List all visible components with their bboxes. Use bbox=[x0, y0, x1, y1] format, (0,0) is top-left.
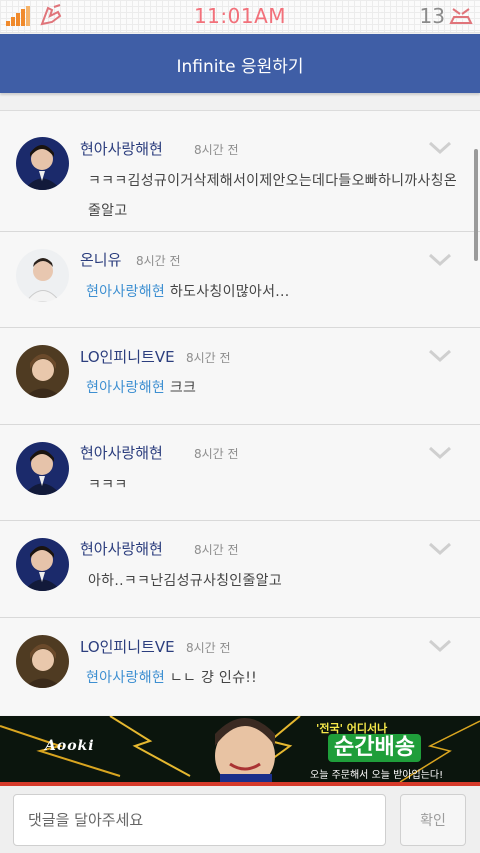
comment-body: ㅋㅋㅋ김성규이거삭제해서이제안오는데다들오빠하니까사칭온줄알고 bbox=[88, 173, 458, 219]
avatar[interactable] bbox=[16, 345, 69, 398]
comment-author[interactable]: 온니유 bbox=[80, 249, 121, 270]
chevron-down-icon[interactable] bbox=[428, 349, 452, 363]
comment-time: 8시간 전 bbox=[186, 641, 231, 655]
comment-text: ㅋㅋㅋ bbox=[88, 470, 458, 500]
chevron-down-icon[interactable] bbox=[428, 639, 452, 653]
comment-row[interactable]: 현아사랑해현 8시간 전 아하..ㅋㅋ난김성규사칭인줄알고 bbox=[0, 522, 480, 618]
avatar[interactable] bbox=[16, 442, 69, 495]
avatar[interactable] bbox=[16, 635, 69, 688]
comment-text: 아하..ㅋㅋ난김성규사칭인줄알고 bbox=[88, 566, 458, 596]
comment-row[interactable]: 현아사랑해현 8시간 전 ㅋㅋㅋ김성규이거삭제해서이제안오는데다들오빠하니까사칭… bbox=[0, 121, 480, 232]
status-bar: 11:01AM 13 bbox=[0, 0, 480, 33]
comment-mention[interactable]: 현아사랑해현 bbox=[86, 670, 165, 686]
comment-text: 현아사랑해현 하도사칭이많아서... bbox=[86, 277, 458, 307]
ad-banner[interactable]: Aooki '전국' 어디서나 순간배송 오늘 주문해서 오늘 받아입는다! bbox=[0, 716, 480, 782]
confirm-button[interactable]: 확인 bbox=[400, 794, 466, 846]
ad-brand: Aooki bbox=[45, 738, 95, 754]
ad-model-image bbox=[215, 718, 275, 782]
comment-time: 8시간 전 bbox=[136, 254, 181, 268]
comment-author[interactable]: LO인피니트VE bbox=[80, 346, 175, 367]
chevron-down-icon[interactable] bbox=[428, 253, 452, 267]
comment-author[interactable]: 현아사랑해현 bbox=[80, 442, 163, 463]
comment-text: ㅋㅋㅋ김성규이거삭제해서이제안오는데다들오빠하니까사칭온줄알고 bbox=[88, 166, 458, 226]
comment-text: 현아사랑해현 ㄴㄴ 걍 인슈!! bbox=[86, 663, 458, 693]
ad-line-3: 오늘 주문해서 오늘 받아입는다! bbox=[310, 770, 444, 781]
comment-time: 8시간 전 bbox=[186, 351, 231, 365]
battery-icon bbox=[449, 8, 473, 24]
avatar[interactable] bbox=[16, 538, 69, 591]
avatar[interactable] bbox=[16, 249, 69, 302]
comment-body: 하도사칭이많아서... bbox=[165, 284, 290, 300]
comment-author[interactable]: 현아사랑해현 bbox=[80, 138, 163, 159]
comment-input[interactable] bbox=[13, 794, 386, 846]
comment-mention[interactable]: 현아사랑해현 bbox=[86, 284, 165, 300]
ad-line-2: 순간배송 bbox=[328, 734, 421, 762]
avatar[interactable] bbox=[16, 137, 69, 190]
comment-row[interactable]: LO인피니트VE 8시간 전 현아사랑해현 크크 bbox=[0, 329, 480, 425]
comment-mention[interactable]: 현아사랑해현 bbox=[86, 380, 165, 396]
chevron-down-icon[interactable] bbox=[428, 542, 452, 556]
comment-row[interactable]: 온니유 8시간 전 현아사랑해현 하도사칭이많아서... bbox=[0, 233, 480, 328]
comment-body: 아하..ㅋㅋ난김성규사칭인줄알고 bbox=[88, 573, 283, 589]
comment-body: ㅋㅋㅋ bbox=[88, 477, 128, 493]
comment-input-bar: 확인 bbox=[0, 786, 480, 853]
comment-author[interactable]: 현아사랑해현 bbox=[80, 538, 163, 559]
comment-text: 현아사랑해현 크크 bbox=[86, 373, 458, 403]
comment-row[interactable]: LO인피니트VE 8시간 전 현아사랑해현 ㄴㄴ 걍 인슈!! bbox=[0, 619, 480, 715]
comment-body: ㄴㄴ 걍 인슈!! bbox=[165, 670, 258, 686]
comment-time: 8시간 전 bbox=[194, 543, 239, 557]
page-title: Infinite 응원하기 bbox=[176, 57, 304, 77]
chevron-down-icon[interactable] bbox=[428, 141, 452, 155]
status-clock: 11:01AM bbox=[193, 4, 287, 28]
comment-row[interactable]: 현아사랑해현 8시간 전 ㅋㅋㅋ bbox=[0, 426, 480, 521]
chevron-down-icon[interactable] bbox=[428, 446, 452, 460]
comment-time: 8시간 전 bbox=[194, 143, 239, 157]
scrollbar[interactable] bbox=[474, 149, 478, 261]
comment-author[interactable]: LO인피니트VE bbox=[80, 636, 175, 657]
comment-time: 8시간 전 bbox=[194, 447, 239, 461]
comment-body: 크크 bbox=[165, 380, 197, 396]
app-header: Infinite 응원하기 bbox=[0, 34, 480, 93]
comment-list[interactable]: 현아사랑해현 8시간 전 ㅋㅋㅋ김성규이거삭제해서이제안오는데다들오빠하니까사칭… bbox=[0, 110, 480, 715]
battery-level: 13 bbox=[419, 4, 445, 28]
